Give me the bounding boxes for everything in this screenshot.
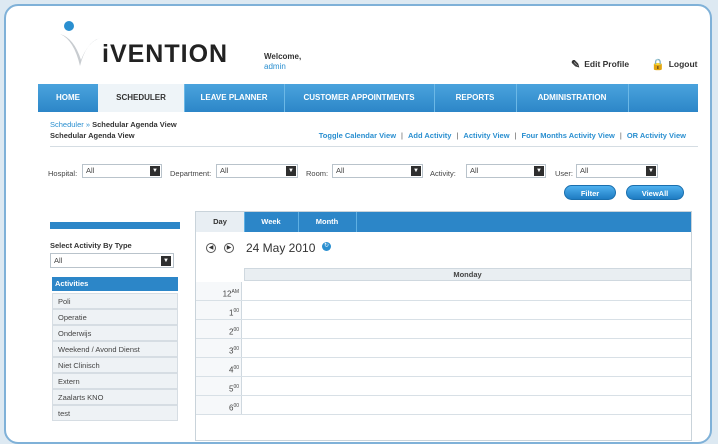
filter-button[interactable]: Filter bbox=[564, 185, 616, 200]
view-links: Toggle Calendar View | Add Activity | Activi… bbox=[319, 131, 686, 140]
next-icon[interactable]: ▶ bbox=[224, 243, 234, 253]
dropdown-arrow-icon: ▼ bbox=[161, 256, 171, 266]
hour-grid: 12AM 100 200 300 400 500 600 bbox=[196, 282, 691, 415]
four-months-activity-view-link[interactable]: Four Months Activity View bbox=[522, 131, 615, 140]
logo-text: iVENTION bbox=[102, 40, 229, 68]
hour-row[interactable]: 200 bbox=[196, 320, 691, 339]
dropdown-arrow-icon: ▼ bbox=[150, 166, 160, 176]
hour-label: 400 bbox=[196, 358, 242, 376]
welcome-block: Welcome, admin bbox=[264, 52, 301, 72]
hour-row[interactable]: 12AM bbox=[196, 282, 691, 301]
calendar-tabs: Day Week Month bbox=[196, 212, 691, 232]
activities-list: Poli Operatie Onderwijs Weekend / Avond … bbox=[52, 293, 178, 421]
separator: | bbox=[619, 131, 622, 140]
dropdown-arrow-icon: ▼ bbox=[534, 166, 544, 176]
activity-item[interactable]: Extern bbox=[52, 373, 178, 389]
select-activity-label: Select Activity By Type bbox=[50, 241, 132, 250]
app-frame: iVENTION Welcome, admin ✎ Edit Profile 🔒 L… bbox=[4, 4, 712, 444]
welcome-label: Welcome, bbox=[264, 52, 302, 61]
dropdown-arrow-icon: ▼ bbox=[411, 166, 421, 176]
hospital-label: Hospital: bbox=[48, 169, 78, 178]
separator: | bbox=[456, 131, 459, 140]
hour-label: 200 bbox=[196, 320, 242, 338]
activity-select[interactable]: All ▼ bbox=[466, 164, 546, 178]
user-label: User: bbox=[555, 169, 573, 178]
hour-label: 300 bbox=[196, 339, 242, 357]
calendar-nav-row: ◀ ▶ 24 May 2010 ↻ bbox=[196, 232, 691, 262]
activity-item[interactable]: Operatie bbox=[52, 309, 178, 325]
dropdown-arrow-icon: ▼ bbox=[286, 166, 296, 176]
nav-leave-planner[interactable]: LEAVE PLANNER bbox=[184, 84, 285, 112]
logout-link[interactable]: 🔒 Logout bbox=[651, 58, 698, 71]
prev-icon[interactable]: ◀ bbox=[206, 243, 216, 253]
edit-profile-icon: ✎ bbox=[571, 59, 581, 71]
activity-item[interactable]: Onderwijs bbox=[52, 325, 178, 341]
hour-row[interactable]: 600 bbox=[196, 396, 691, 415]
logo-v-icon bbox=[60, 21, 100, 66]
department-value: All bbox=[220, 166, 229, 175]
breadcrumb-current: Schedular Agenda View bbox=[92, 120, 177, 129]
breadcrumb: Scheduler » Schedular Agenda View bbox=[50, 120, 177, 129]
activity-view-link[interactable]: Activity View bbox=[463, 131, 509, 140]
toggle-calendar-view-link[interactable]: Toggle Calendar View bbox=[319, 131, 396, 140]
viewall-button[interactable]: ViewAll bbox=[626, 185, 684, 200]
hospital-value: All bbox=[86, 166, 95, 175]
activity-item[interactable]: Poli bbox=[52, 293, 178, 309]
user-value: All bbox=[580, 166, 589, 175]
nav-customer-appointments[interactable]: CUSTOMER APPOINTMENTS bbox=[284, 84, 435, 112]
main-nav: HOME SCHEDULER LEAVE PLANNER CUSTOMER AP… bbox=[38, 84, 698, 112]
user-select[interactable]: All ▼ bbox=[576, 164, 658, 178]
tab-day[interactable]: Day bbox=[196, 212, 245, 232]
separator: | bbox=[401, 131, 403, 140]
left-panel: Select Activity By Type All ▼ Activities… bbox=[50, 211, 180, 441]
add-activity-link[interactable]: Add Activity bbox=[408, 131, 451, 140]
calendar: Day Week Month ◀ ▶ 24 May 2010 ↻ Monday … bbox=[195, 211, 692, 441]
nav-administration[interactable]: ADMINISTRATION bbox=[516, 84, 629, 112]
hour-label: 12AM bbox=[196, 282, 242, 300]
activities-header: Activities bbox=[52, 277, 178, 291]
welcome-user[interactable]: admin bbox=[264, 62, 301, 72]
logout-icon: 🔒 bbox=[651, 59, 665, 71]
breadcrumb-root[interactable]: Scheduler » bbox=[50, 120, 90, 129]
edit-profile-label: Edit Profile bbox=[584, 59, 630, 69]
hour-label: 500 bbox=[196, 377, 242, 395]
activity-item[interactable]: test bbox=[52, 405, 178, 421]
divider bbox=[50, 146, 698, 147]
room-label: Room: bbox=[306, 169, 329, 178]
refresh-icon[interactable]: ↻ bbox=[322, 242, 331, 251]
activity-value: All bbox=[470, 166, 479, 175]
hour-row[interactable]: 100 bbox=[196, 301, 691, 320]
current-date: 24 May 2010 bbox=[246, 241, 316, 255]
activity-label: Activity: bbox=[430, 169, 456, 178]
department-label: Department: bbox=[170, 169, 212, 178]
day-column-header: Monday bbox=[244, 268, 691, 281]
hour-label: 100 bbox=[196, 301, 242, 319]
activity-item[interactable]: Weekend / Avond Dienst bbox=[52, 341, 178, 357]
activity-type-select[interactable]: All ▼ bbox=[50, 253, 174, 268]
logout-label: Logout bbox=[668, 59, 698, 69]
department-select[interactable]: All ▼ bbox=[216, 164, 298, 178]
tab-month[interactable]: Month bbox=[298, 212, 357, 232]
tab-week[interactable]: Week bbox=[244, 212, 299, 232]
room-value: All bbox=[336, 166, 345, 175]
edit-profile-link[interactable]: ✎ Edit Profile bbox=[571, 58, 629, 71]
nav-home[interactable]: HOME bbox=[38, 84, 99, 112]
dropdown-arrow-icon: ▼ bbox=[646, 166, 656, 176]
panel-header-bar bbox=[50, 222, 180, 229]
hour-label: 600 bbox=[196, 396, 242, 414]
hour-row[interactable]: 400 bbox=[196, 358, 691, 377]
hour-row[interactable]: 500 bbox=[196, 377, 691, 396]
separator: | bbox=[514, 131, 517, 140]
activity-item[interactable]: Niet Clinisch bbox=[52, 357, 178, 373]
room-select[interactable]: All ▼ bbox=[332, 164, 423, 178]
hour-row[interactable]: 300 bbox=[196, 339, 691, 358]
page-title: Schedular Agenda View bbox=[50, 131, 135, 140]
nav-scheduler[interactable]: SCHEDULER bbox=[98, 84, 185, 112]
activity-type-value: All bbox=[54, 256, 63, 265]
or-activity-view-link[interactable]: OR Activity View bbox=[627, 131, 686, 140]
activity-item[interactable]: Zaalarts KNO bbox=[52, 389, 178, 405]
hospital-select[interactable]: All ▼ bbox=[82, 164, 162, 178]
nav-reports[interactable]: REPORTS bbox=[434, 84, 517, 112]
